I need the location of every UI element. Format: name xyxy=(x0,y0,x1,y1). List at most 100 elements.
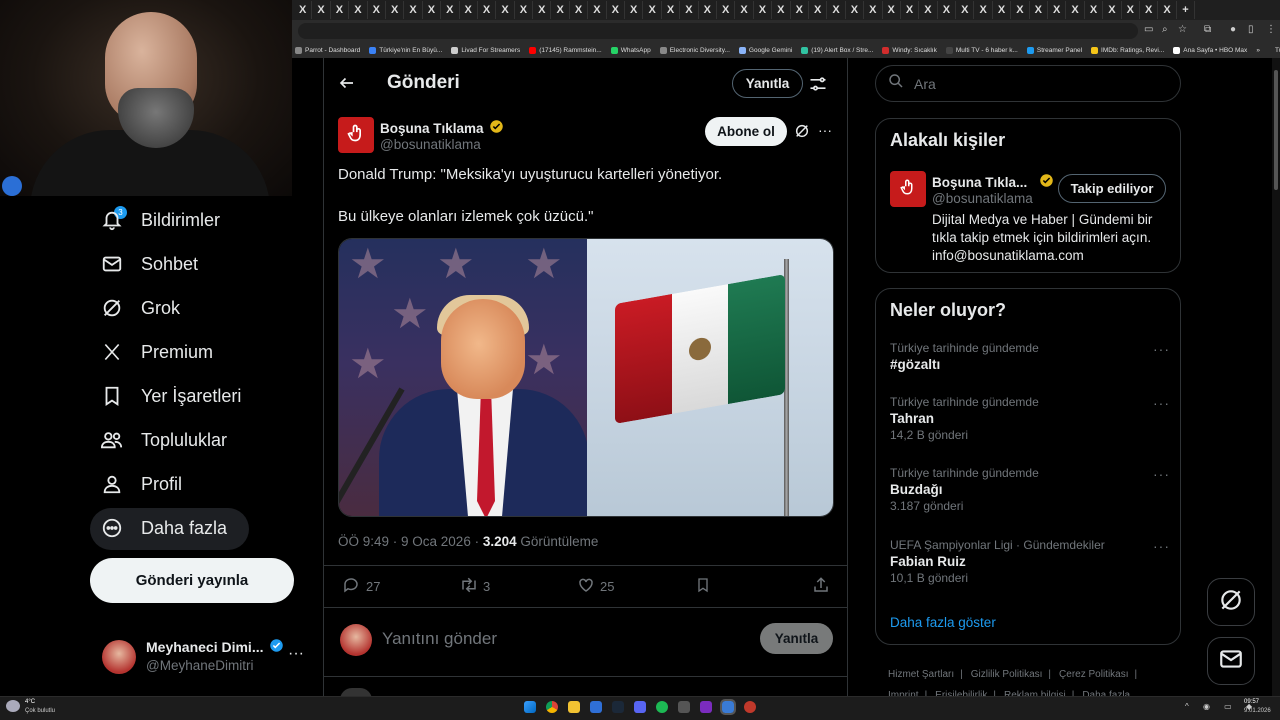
browser-tab[interactable]: X xyxy=(368,1,386,19)
grok-fab[interactable] xyxy=(1207,578,1255,626)
nav-item-communities[interactable]: Topluluklar xyxy=(96,420,227,460)
browser-tab[interactable]: X xyxy=(993,1,1012,19)
bookmark-item[interactable]: Streamer Panel xyxy=(1026,46,1082,54)
browser-tab[interactable]: X xyxy=(1011,1,1030,19)
scrollbar-thumb[interactable] xyxy=(1274,70,1278,190)
browser-tab[interactable]: X xyxy=(1158,1,1177,19)
browser-tab[interactable]: X xyxy=(662,1,681,19)
clock-date[interactable]: 9.01.2026 xyxy=(1244,708,1271,714)
browser-tab[interactable]: X xyxy=(331,1,350,19)
author-avatar[interactable] xyxy=(338,117,374,153)
chrome-icon[interactable] xyxy=(546,701,558,713)
account-more-icon[interactable]: ··· xyxy=(288,645,304,663)
trend-item[interactable]: Türkiye tarihinde gündemde Tahran 14,2 B… xyxy=(890,395,1170,442)
browser-tab[interactable]: X xyxy=(1030,1,1049,19)
browser-tab[interactable]: X xyxy=(809,1,828,19)
bookmark-item[interactable]: Ana Sayfa • HBO Max xyxy=(1173,46,1247,54)
app-icon[interactable] xyxy=(744,701,756,713)
messages-fab[interactable] xyxy=(1207,637,1255,685)
cast-icon[interactable]: ▭ xyxy=(1144,24,1153,35)
subscribe-button[interactable]: Abone ol xyxy=(705,117,787,146)
browser-tab[interactable]: X xyxy=(717,1,736,19)
browser-tab[interactable]: X xyxy=(588,1,607,19)
bookmark-item[interactable]: Windy: Sıcaklık xyxy=(882,46,937,54)
browser-tab[interactable]: X xyxy=(625,1,644,19)
browser-tab[interactable]: X xyxy=(680,1,699,19)
back-arrow-icon[interactable] xyxy=(338,74,356,97)
weather-temp[interactable]: 4°C xyxy=(25,699,35,705)
browser-tab[interactable]: X xyxy=(974,1,993,19)
filter-icon[interactable] xyxy=(808,74,828,99)
browser-tab[interactable]: X xyxy=(772,1,791,19)
app-icon[interactable] xyxy=(678,701,690,713)
browser-tab[interactable]: X xyxy=(1140,1,1159,19)
bookmark-item[interactable]: Parrot - Dashboard xyxy=(295,46,360,54)
reply-input[interactable]: Yanıtını gönder xyxy=(382,629,497,649)
browser-tab[interactable]: X xyxy=(515,1,534,19)
footer-link[interactable]: Çerez Politikası xyxy=(1059,669,1128,680)
sidepanel-icon[interactable]: ▯ xyxy=(1248,24,1254,35)
trend-more-icon[interactable]: ··· xyxy=(1153,341,1170,357)
bookmark-item[interactable]: IMDb: Ratings, Revi... xyxy=(1091,46,1164,54)
browser-tab[interactable]: X xyxy=(883,1,901,19)
media-image-mexico-flag[interactable] xyxy=(587,239,833,516)
like-action[interactable]: 25 xyxy=(577,576,614,597)
reply-header-button[interactable]: Yanıtla xyxy=(732,69,803,98)
spotify-icon[interactable] xyxy=(656,701,668,713)
browser-tab[interactable]: X xyxy=(1048,1,1067,19)
browser-tab[interactable]: X xyxy=(294,1,313,19)
store-icon[interactable] xyxy=(590,701,602,713)
browser-tab[interactable]: X xyxy=(1103,1,1122,19)
steam-icon[interactable] xyxy=(612,701,624,713)
reply-action[interactable]: 27 xyxy=(342,576,380,597)
browser-tab[interactable]: X xyxy=(423,1,442,19)
browser-tab[interactable]: X xyxy=(956,1,975,19)
browser-tab[interactable]: X xyxy=(460,1,478,19)
browser-tab[interactable]: X xyxy=(349,1,368,19)
browser-tab[interactable]: X xyxy=(1122,1,1140,19)
browser-tab[interactable]: X xyxy=(938,1,957,19)
bookmark-item[interactable]: (17145) Rammstein... xyxy=(529,46,602,54)
related-handle[interactable]: @bosunatiklama xyxy=(932,191,1033,206)
browser-tab[interactable]: X xyxy=(496,1,515,19)
browser-tab[interactable]: X xyxy=(607,1,626,19)
app-icon[interactable] xyxy=(720,699,736,715)
footer-link[interactable]: Hizmet Şartları xyxy=(888,669,954,680)
address-field[interactable] xyxy=(298,23,1138,39)
browser-tab[interactable]: X xyxy=(1066,1,1085,19)
search-input[interactable] xyxy=(914,75,1154,92)
browser-tab[interactable]: X xyxy=(441,1,460,19)
browser-tab[interactable]: X xyxy=(901,1,920,19)
bookmark-item[interactable]: Electronic Diversity... xyxy=(659,46,730,54)
browser-tab[interactable]: X xyxy=(919,1,938,19)
clock-time[interactable]: 09:57 xyxy=(1244,699,1259,705)
browser-tab[interactable]: X xyxy=(791,1,809,19)
bookmark-icon[interactable] xyxy=(695,576,711,594)
zoom-icon[interactable]: ⌕ xyxy=(1162,24,1168,35)
author-handle[interactable]: @bosunatiklama xyxy=(380,137,481,152)
browser-tab[interactable]: X xyxy=(735,1,754,19)
bookmark-item[interactable]: Multi TV - 6 haber k... xyxy=(945,46,1018,54)
trend-item[interactable]: Türkiye tarihinde gündemde Buzdağı 3.187… xyxy=(890,466,1170,513)
media-image-trump[interactable]: ★ ★ ★ ★ ★ ★ ★ xyxy=(339,239,587,516)
bookmarks-overflow-button[interactable]: » xyxy=(1256,47,1260,54)
menu-icon[interactable]: ⋮ xyxy=(1266,24,1276,35)
browser-tab[interactable]: X xyxy=(1085,1,1104,19)
bookmark-item[interactable]: (19) Alert Box / Stre... xyxy=(801,46,873,54)
related-avatar[interactable] xyxy=(890,171,926,207)
nav-item-grok[interactable]: Grok xyxy=(96,288,180,328)
search-box[interactable] xyxy=(875,65,1181,102)
new-tab-button[interactable]: + xyxy=(1177,1,1196,19)
trend-item[interactable]: Türkiye tarihinde gündemde #gözaltı ··· xyxy=(890,341,1170,372)
profile-icon[interactable]: ● xyxy=(1230,24,1236,35)
browser-tab[interactable]: X xyxy=(551,1,570,19)
browser-tab[interactable]: X xyxy=(533,1,552,19)
browser-tab[interactable]: X xyxy=(312,1,331,19)
more-icon[interactable]: ··· xyxy=(818,122,832,138)
all-bookmarks-folder[interactable]: Tüm Yer İşaretleri xyxy=(1275,47,1280,54)
browser-tab[interactable]: X xyxy=(386,1,405,19)
bookmark-item[interactable]: WhatsApp xyxy=(610,46,651,54)
tweet-timestamp[interactable]: ÖÖ 9:49 · 9 Oca 2026 · xyxy=(338,534,483,549)
weather-desc[interactable]: Çok bulutlu xyxy=(25,708,55,714)
post-button[interactable]: Gönderi yayınla xyxy=(90,558,294,603)
